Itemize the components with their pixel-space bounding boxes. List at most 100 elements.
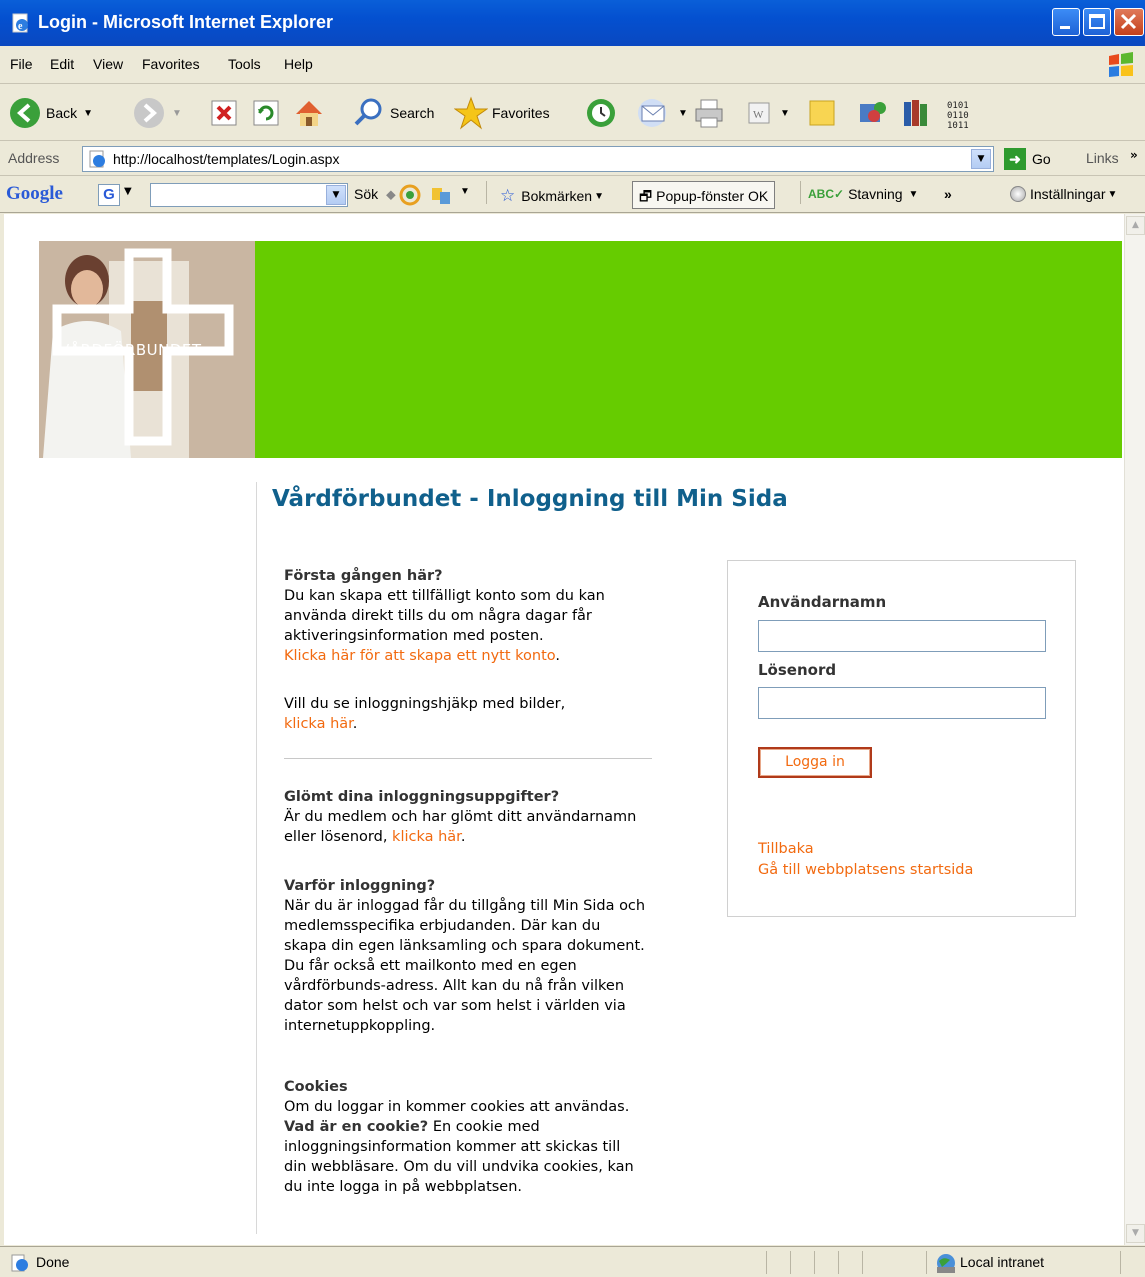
cookies-heading: Cookies — [284, 1079, 348, 1095]
back-link[interactable]: Tillbaka — [758, 841, 814, 857]
intranet-globe-icon — [937, 1254, 955, 1273]
google-logo[interactable]: Google — [6, 183, 63, 205]
status-page-icon — [11, 1254, 28, 1272]
forgot-link[interactable]: klicka här — [392, 829, 461, 845]
address-dropdown-button[interactable]: ▼ — [971, 149, 991, 169]
google-search-dropdown[interactable]: ▼ — [326, 185, 346, 205]
vertical-scrollbar[interactable]: ▲ ▼ — [1124, 214, 1145, 1245]
go-label: Go — [1032, 151, 1051, 167]
stop-button[interactable] — [208, 95, 240, 131]
google-toolbar: Google G ▼ ▼ Sök ⬥ ▼ ☆ Bokmärken ▼ 🗗 Popup-… — [0, 177, 1145, 213]
print-button[interactable] — [692, 95, 726, 131]
close-button[interactable] — [1114, 8, 1144, 36]
history-button[interactable] — [584, 95, 618, 131]
address-url: http://localhost/templates/Login.aspx — [113, 151, 340, 167]
popup-blocker-button[interactable]: 🗗 Popup-fönster OK — [632, 181, 776, 209]
search-icon — [354, 98, 382, 126]
login-box: Användarnamn Lösenord Logga in Tillbaka … — [727, 560, 1076, 917]
google-search-button[interactable]: Sök — [354, 186, 378, 202]
address-input[interactable]: http://localhost/templates/Login.aspx ▼ — [82, 146, 994, 172]
minimize-button[interactable] — [1052, 8, 1080, 36]
ie-window: e Login - Microsoft Internet Explorer Fi… — [0, 0, 1145, 1277]
menu-file[interactable]: File — [10, 56, 33, 72]
google-tool-icon[interactable] — [428, 182, 454, 208]
forward-button[interactable]: ▼ — [132, 95, 182, 131]
research-button[interactable] — [900, 95, 934, 131]
favorites-button[interactable]: Favorites — [454, 95, 550, 131]
print-icon — [695, 99, 723, 128]
history-icon — [587, 99, 615, 127]
menu-edit[interactable]: Edit — [50, 56, 74, 72]
pagerank-icon[interactable] — [397, 183, 423, 207]
forward-arrow-icon — [134, 98, 164, 128]
bookmark-star-icon: ☆ — [500, 186, 516, 205]
banner-photo: VÅRDFÖRBUNDET — [39, 241, 255, 458]
home-link[interactable]: Gå till webbplatsens startsida — [758, 862, 973, 878]
first-time-heading: Första gången här? — [284, 568, 443, 584]
menu-bar: File Edit View Favorites Tools Help — [0, 46, 1145, 84]
go-button[interactable]: ➜ Go — [1004, 148, 1051, 170]
ie-page-icon: e — [12, 13, 28, 33]
separator — [814, 1251, 815, 1274]
google-search-input[interactable]: ▼ — [150, 183, 348, 207]
search-button[interactable]: Search — [352, 95, 434, 131]
svg-text:W: W — [753, 109, 764, 121]
menu-favorites[interactable]: Favorites — [142, 56, 200, 72]
menu-help[interactable]: Help — [284, 56, 313, 72]
help-section: Vill du se inloggningshjäkp med bilder, k… — [284, 696, 566, 732]
refresh-button[interactable] — [250, 95, 282, 131]
refresh-icon — [253, 100, 279, 126]
edit-button[interactable]: W ▼ — [744, 95, 790, 131]
address-bar: Address http://localhost/templates/Login… — [0, 142, 1145, 176]
mail-button[interactable]: ▼ — [636, 95, 688, 131]
content-divider — [256, 482, 257, 1234]
edit-word-icon: W — [748, 102, 770, 124]
mail-icon — [638, 99, 666, 127]
username-label: Användarnamn — [758, 593, 887, 611]
links-chevron-icon[interactable]: » — [1130, 148, 1138, 162]
home-icon — [296, 101, 322, 126]
login-button[interactable]: Logga in — [758, 747, 872, 778]
discuss-button[interactable] — [806, 95, 838, 131]
help-link[interactable]: klicka här — [284, 716, 353, 732]
password-input[interactable] — [758, 687, 1046, 719]
create-account-link[interactable]: Klicka här för att skapa ett nytt konto — [284, 648, 555, 664]
separator — [486, 181, 487, 204]
why-section: Varför inloggning? När du är inloggad få… — [284, 876, 646, 1036]
messenger-button[interactable] — [856, 95, 890, 131]
separator — [766, 1251, 767, 1274]
menu-view[interactable]: View — [93, 56, 123, 72]
research-books-icon — [904, 100, 927, 126]
maximize-button[interactable] — [1083, 8, 1111, 36]
spellcheck-icon: ABC✓ — [808, 187, 845, 201]
spellcheck-button[interactable]: ABC✓ Stavning ▼ — [808, 186, 918, 202]
go-arrow-icon: ➜ — [1004, 148, 1026, 170]
banner-brand-text: VÅRDFÖRBUNDET — [59, 341, 202, 359]
separator — [800, 181, 801, 204]
links-button[interactable]: Links — [1086, 150, 1119, 166]
overflow-chevron-icon[interactable]: » — [944, 186, 952, 202]
scroll-up-icon[interactable]: ▲ — [1126, 216, 1145, 235]
maximize-icon — [1089, 14, 1105, 29]
forgot-section: Glömt dina inloggningsuppgifter? Är du m… — [284, 787, 664, 847]
separator — [1120, 1251, 1121, 1274]
google-menu-arrow-icon[interactable]: ▼ — [124, 186, 132, 197]
settings-button[interactable]: Inställningar ▼ — [1010, 186, 1117, 202]
google-g-menu-icon[interactable]: G — [98, 184, 120, 206]
why-text: När du är inloggad får du tillgång till … — [284, 898, 646, 1034]
title-bar: e Login - Microsoft Internet Explorer — [0, 0, 1145, 46]
menu-tools[interactable]: Tools — [228, 56, 261, 72]
google-tool-dropdown-icon[interactable]: ▼ — [460, 186, 470, 197]
home-button[interactable] — [292, 95, 326, 131]
bookmarks-button[interactable]: ☆ Bokmärken ▼ — [500, 186, 604, 206]
separator — [790, 1251, 791, 1274]
first-time-text: Du kan skapa ett tillfälligt konto som d… — [284, 588, 605, 644]
windows-flag-icon — [1109, 52, 1133, 77]
scroll-down-icon[interactable]: ▼ — [1126, 1224, 1145, 1243]
standard-toolbar: Back ▼ ▼ Search Favorites ▼ W ▼ 0101 011… — [0, 85, 1145, 141]
username-input[interactable] — [758, 620, 1046, 652]
window-title: Login - Microsoft Internet Explorer — [38, 12, 334, 32]
back-arrow-icon — [10, 98, 40, 128]
binary-tool-button[interactable]: 0101 0110 1011 — [944, 95, 978, 131]
back-button[interactable]: Back ▼ — [8, 95, 93, 131]
